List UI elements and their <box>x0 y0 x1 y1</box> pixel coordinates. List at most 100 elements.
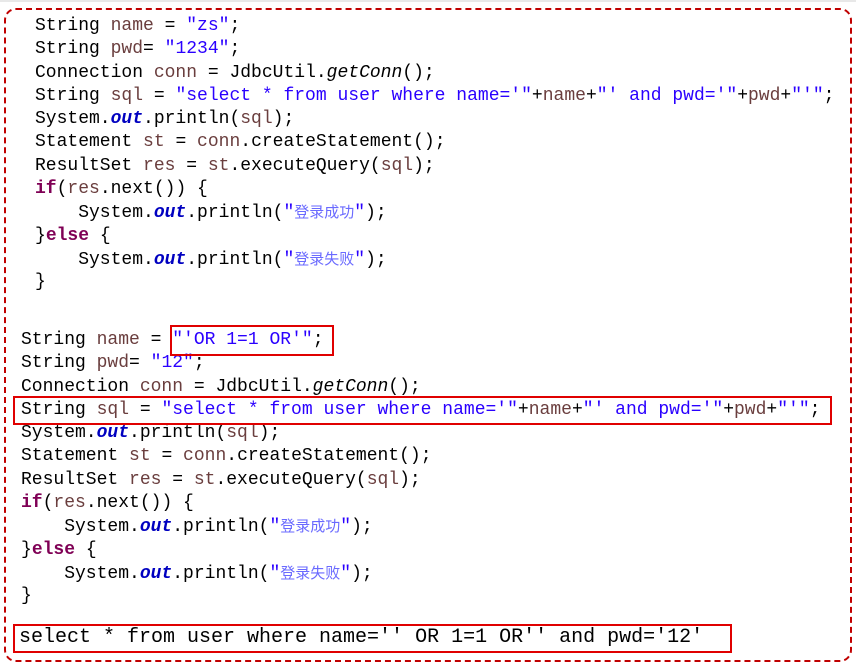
code-token-str: "select * from user where name='" <box>175 85 532 106</box>
code-line: System.out.println("登录失败"); <box>21 562 820 585</box>
code-token-plain: .println( <box>172 517 270 538</box>
code-token-field: out <box>110 109 144 130</box>
code-token-plain: ; <box>823 85 835 106</box>
code-token-plain: ); <box>365 249 387 270</box>
code-token-cn: 登录失败 <box>280 563 341 582</box>
code-token-plain: ); <box>399 469 421 490</box>
code-token-plain: .println( <box>143 109 241 130</box>
code-token-var: st <box>207 155 230 176</box>
highlight-injected-name <box>170 325 334 356</box>
code-token-str: " <box>340 517 352 538</box>
code-line: Statement st = conn.createStatement(); <box>35 131 834 154</box>
code-line: System.out.println(sql); <box>21 422 820 445</box>
code-token-plain: .createStatement(); <box>226 446 432 467</box>
code-token-plain: Connection <box>21 376 140 397</box>
code-token-plain: ; <box>229 16 241 36</box>
code-line: } <box>21 585 820 608</box>
code-token-var: res <box>67 179 100 200</box>
code-token-var: st <box>143 132 165 153</box>
code-line: String pwd= "1234"; <box>35 38 834 61</box>
code-token-plain: = <box>150 446 184 467</box>
code-token-var: name <box>110 16 154 36</box>
code-token-var: pwd <box>748 85 781 106</box>
code-token-plain: System. <box>35 203 154 224</box>
code-line: Connection conn = JdbcUtil.getConn(); <box>35 62 834 85</box>
code-line: Statement st = conn.createStatement(); <box>21 445 820 468</box>
code-token-plain: ; <box>193 353 205 374</box>
code-token-plain: = <box>175 155 208 176</box>
code-token-plain: Connection <box>35 62 154 83</box>
code-token-plain: = <box>164 132 198 153</box>
code-token-plain: String <box>21 353 97 374</box>
code-token-plain: ; <box>229 39 241 60</box>
query-output: select * from user where name='' OR 1=1 … <box>19 626 704 649</box>
code-token-var: pwd <box>110 39 144 60</box>
code-token-var: sql <box>240 109 273 130</box>
code-token-plain: String <box>35 16 111 36</box>
code-block-sql-injection: String name = "'OR 1=1 OR'"; String pwd= … <box>21 329 820 609</box>
code-token-cn: 登录成功 <box>294 203 355 222</box>
code-token-plain: .executeQuery( <box>215 469 367 490</box>
code-token-field: out <box>153 203 187 224</box>
code-token-plain: = <box>161 469 194 490</box>
code-token-plain: ResultSet <box>21 469 130 490</box>
code-token-str: "1234" <box>164 39 230 60</box>
code-line: ResultSet res = st.executeQuery(sql); <box>21 469 820 492</box>
code-token-field: out <box>139 563 173 584</box>
top-divider <box>0 0 856 2</box>
code-token-plain: } <box>35 225 46 246</box>
code-token-plain: + <box>737 85 748 106</box>
code-token-plain: System. <box>35 249 154 270</box>
code-token-var: sql <box>380 155 414 176</box>
code-token-str: " <box>354 203 366 224</box>
code-token-field: out <box>96 423 130 444</box>
code-block-normal-login: String name = "zs"; String pwd= "1234"; Co… <box>35 15 834 295</box>
code-token-str: " <box>269 517 281 538</box>
code-line: System.out.println(sql); <box>35 108 834 131</box>
code-token-plain: String <box>35 85 111 106</box>
code-token-plain: ResultSet <box>35 155 144 176</box>
code-token-str: " <box>283 203 295 224</box>
code-token-kw: else <box>31 539 76 560</box>
highlight-sql-concatenation <box>13 396 832 425</box>
code-token-plain: } <box>21 586 32 607</box>
code-line: ResultSet res = st.executeQuery(sql); <box>35 155 834 178</box>
code-token-var: conn <box>183 446 227 467</box>
code-token-plain: .executeQuery( <box>229 155 381 176</box>
code-line: if(res.next()) { <box>35 178 834 201</box>
code-line: }else { <box>35 225 834 248</box>
code-line: System.out.println("登录成功"); <box>35 201 834 224</box>
code-token-str: " <box>283 249 295 270</box>
code-token-plain: = <box>143 85 176 106</box>
code-line: String pwd= "12"; <box>21 352 820 375</box>
code-token-var: pwd <box>96 353 130 374</box>
code-line: String name = "'OR 1=1 OR'"; <box>21 329 820 352</box>
code-token-plain: + <box>531 85 543 106</box>
code-line: String sql = "select * from user where n… <box>35 85 834 108</box>
code-token-var: st <box>129 446 151 467</box>
code-token-plain: ); <box>413 155 435 176</box>
code-token-field: out <box>139 517 173 538</box>
code-token-plain: System. <box>21 517 140 538</box>
code-line: String name = "zs"; <box>35 15 834 38</box>
code-token-plain: .next()) { <box>99 179 208 200</box>
code-token-str: "'" <box>791 85 824 106</box>
code-token-kw: if <box>35 179 57 200</box>
code-token-var: name <box>96 330 140 350</box>
code-token-field: out <box>153 249 187 270</box>
code-token-plain: String <box>21 330 97 350</box>
code-token-var: res <box>143 155 176 176</box>
code-token-kw: if <box>21 493 43 514</box>
code-token-var: sql <box>366 469 400 490</box>
code-token-str: "12" <box>150 353 194 374</box>
code-token-plain: ); <box>351 517 373 538</box>
code-token-plain: System. <box>21 423 97 444</box>
code-line: System.out.println("登录成功"); <box>21 515 820 538</box>
code-token-var: conn <box>197 132 241 153</box>
code-token-plain: = <box>153 16 187 36</box>
code-token-ital: getConn <box>312 376 389 397</box>
code-token-plain: ); <box>365 203 387 224</box>
code-token-plain: String <box>35 39 111 60</box>
code-token-plain: Statement <box>21 446 130 467</box>
code-token-plain: = JdbcUtil. <box>183 376 313 397</box>
